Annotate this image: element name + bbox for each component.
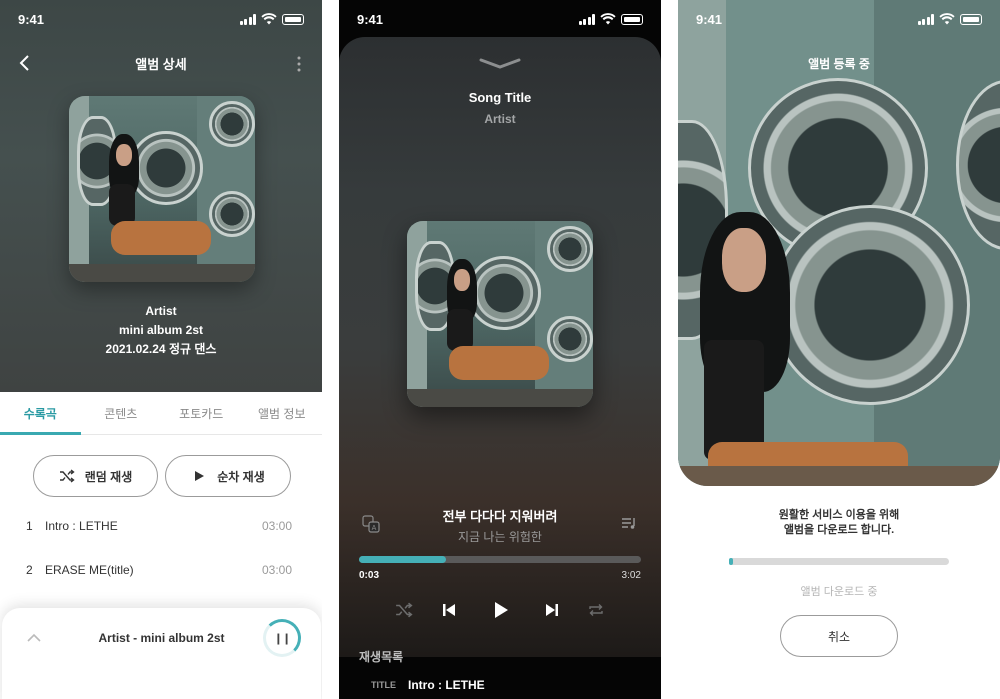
top-nav: 앨범 상세 <box>0 44 322 82</box>
shuffle-play-button[interactable]: 랜덤 재생 <box>33 455 158 497</box>
album-artist: Artist <box>145 304 177 318</box>
status-time: 9:41 <box>357 11 384 27</box>
back-icon[interactable] <box>18 54 32 72</box>
progress-fill <box>359 556 447 563</box>
download-message-line1: 원활한 서비스 이용을 위해 <box>778 509 900 521</box>
album-cover <box>407 221 593 407</box>
next-icon[interactable] <box>544 602 560 618</box>
song-artist: Artist <box>484 112 516 126</box>
signal-icon <box>917 13 934 25</box>
tab-photocards[interactable]: 포토카드 <box>161 395 242 434</box>
download-progress-fill <box>729 558 734 565</box>
battery-icon <box>621 13 643 25</box>
track-duration: 03:00 <box>262 563 293 577</box>
pause-button[interactable]: ❙❙ <box>263 619 301 657</box>
lyric-current: 전부 다다다 지워버려 <box>442 509 558 524</box>
album-cover <box>69 96 255 282</box>
page-title: 앨범 상세 <box>135 56 187 72</box>
play-icon[interactable] <box>493 601 509 619</box>
download-message-line2: 앨범을 다운로드 합니다. <box>783 524 895 536</box>
status-time: 9:41 <box>696 11 723 27</box>
download-message: 원활한 서비스 이용을 위해 앨범을 다운로드 합니다. <box>678 508 1000 538</box>
shuffle-icon[interactable] <box>395 602 413 618</box>
wifi-icon <box>600 13 616 25</box>
queue-item-tag: TITLE <box>371 680 396 690</box>
album-tabs: 수록곡 콘텐츠 포토카드 앨범 정보 <box>0 395 322 435</box>
status-time: 9:41 <box>18 11 45 27</box>
queue-item[interactable]: TITLE Intro : LETHE <box>371 678 485 692</box>
pause-icon: ❙❙ <box>273 632 291 645</box>
wifi-icon <box>939 13 955 25</box>
page-title: 앨범 등록 중 <box>808 57 870 71</box>
tab-contents[interactable]: 콘텐츠 <box>81 395 162 434</box>
album-background-photo <box>678 0 1000 486</box>
playback-controls <box>339 602 661 626</box>
signal-icon <box>239 13 256 25</box>
battery-icon <box>960 13 982 25</box>
battery-icon <box>282 13 304 25</box>
track-duration: 03:00 <box>262 519 293 533</box>
album-release: 2021.02.24 정규 댄스 <box>105 342 217 356</box>
repeat-icon[interactable] <box>587 602 605 618</box>
song-title: Song Title <box>468 90 532 105</box>
track-row[interactable]: 2 ERASE ME(title) 03:00 <box>0 548 322 592</box>
collapse-chevron-icon[interactable] <box>478 57 522 69</box>
status-bar: 9:41 <box>678 0 1000 38</box>
track-title: Intro : LETHE <box>45 519 118 533</box>
album-detail-screen: 9:41 앨범 상세 Artist mini album 2st 2021.02… <box>0 0 322 699</box>
shuffle-play-label: 랜덤 재생 <box>84 469 133 484</box>
more-icon[interactable] <box>296 55 302 73</box>
tab-tracks[interactable]: 수록곡 <box>0 395 81 435</box>
download-progress-bar <box>729 558 949 565</box>
queue-heading: 재생목록 <box>359 650 404 664</box>
album-meta: Artist mini album 2st 2021.02.24 정규 댄스 <box>0 302 322 359</box>
track-number: 1 <box>26 519 33 533</box>
lyric-next: 지금 나는 위험한 <box>458 530 542 544</box>
progress-bar[interactable] <box>359 556 641 563</box>
signal-icon <box>578 13 595 25</box>
player-sheet: Song Title Artist <box>339 37 661 657</box>
play-icon <box>195 471 205 481</box>
download-status: 앨범 다운로드 중 <box>800 586 878 598</box>
player-screen: 9:41 Song Title Artist A 전부 다다다 지워버려 지금 … <box>339 0 661 699</box>
wifi-icon <box>261 13 277 25</box>
shuffle-icon <box>59 469 75 483</box>
cancel-label: 취소 <box>827 629 851 644</box>
mini-player[interactable]: Artist - mini album 2st ❙❙ <box>2 608 321 699</box>
track-title: ERASE ME(title) <box>45 563 134 577</box>
status-bar: 9:41 <box>339 0 661 38</box>
queue-item-title: Intro : LETHE <box>408 678 485 692</box>
cancel-button[interactable]: 취소 <box>780 615 898 657</box>
sequential-play-button[interactable]: 순차 재생 <box>165 455 291 497</box>
album-registration-screen: 9:41 앨범 등록 중 원활한 서비스 이용을 위해 앨범을 다운로드 합니다… <box>678 0 1000 699</box>
track-number: 2 <box>26 563 33 577</box>
previous-icon[interactable] <box>441 602 457 618</box>
track-row[interactable]: 1 Intro : LETHE 03:00 <box>0 504 322 548</box>
tab-album-info[interactable]: 앨범 정보 <box>242 395 323 434</box>
total-time: 3:02 <box>621 570 641 581</box>
current-time: 0:03 <box>359 570 380 581</box>
playlist-icon[interactable] <box>621 516 637 530</box>
status-bar: 9:41 <box>0 0 322 38</box>
album-name: mini album 2st <box>118 323 204 337</box>
sequential-play-label: 순차 재생 <box>217 469 265 484</box>
